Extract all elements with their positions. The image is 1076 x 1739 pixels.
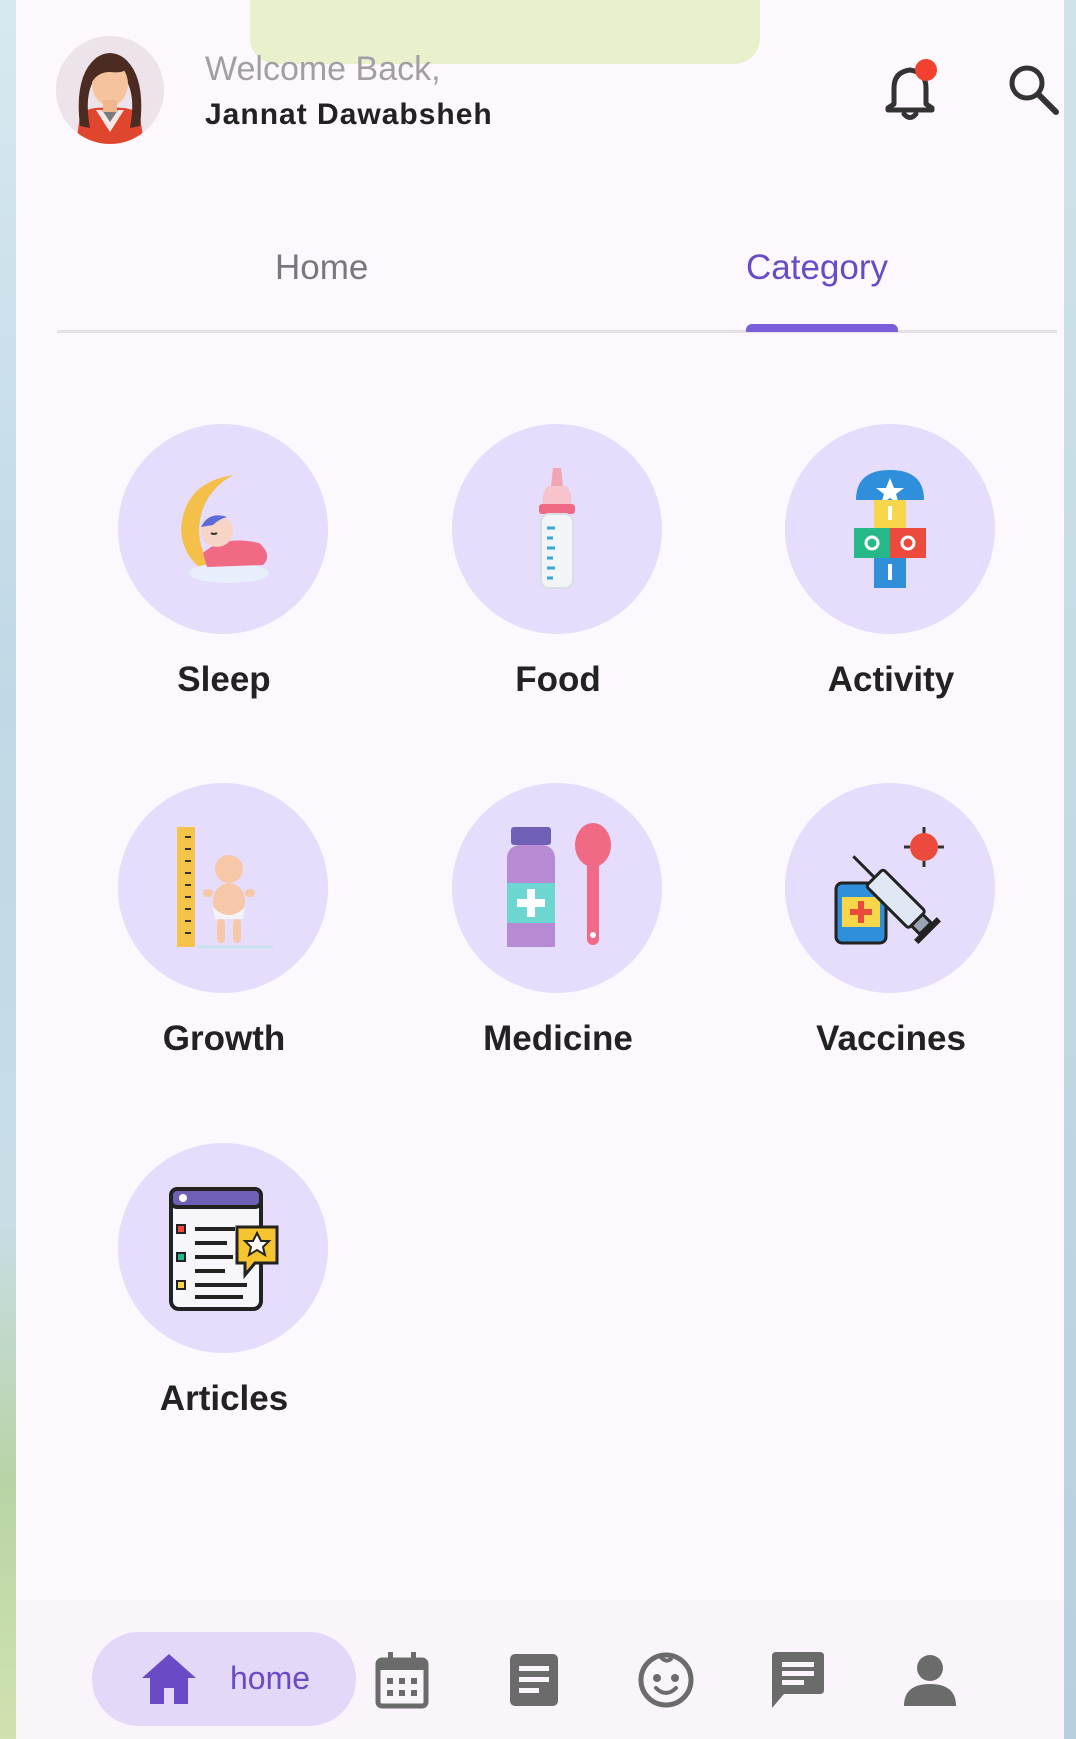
category-label: Sleep [177,660,271,699]
nav-profile-button[interactable] [900,1650,960,1710]
article-list-icon [169,1187,279,1311]
category-articles[interactable]: Articles [104,1143,344,1443]
nav-notes-button[interactable] [504,1650,564,1710]
search-icon [1009,65,1059,115]
profile-icon [904,1655,956,1706]
nav-chat-button[interactable] [768,1650,828,1710]
category-medicine[interactable]: Medicine [438,783,678,1083]
syringe-vaccine-icon [834,827,944,945]
nav-home-button[interactable]: home [92,1632,356,1726]
tab-home[interactable]: Home [275,248,368,288]
medicine-bottle-spoon-icon [507,823,611,947]
category-circle [118,424,328,634]
welcome-text: Welcome Back, [205,50,441,88]
app-screen: SECTION Welcome Back, Jannat Dawabsheh H… [16,0,1064,1739]
baby-face-icon [638,1652,694,1708]
category-label: Medicine [483,1019,633,1058]
category-label: Articles [159,1379,289,1418]
category-activity[interactable]: Activity [771,424,1011,724]
nav-calendar-button[interactable] [372,1650,432,1710]
category-label: Vaccines [816,1019,966,1058]
hopscotch-icon [854,470,926,588]
baby-bottle-icon [539,468,575,589]
sleep-moon-baby-icon [181,475,269,583]
category-growth[interactable]: Growth [104,783,344,1083]
nav-home-label: home [230,1660,311,1696]
category-sleep[interactable]: Sleep [104,424,344,724]
search-button[interactable] [1006,62,1060,116]
notification-button[interactable] [884,58,940,122]
avatar-woman-icon [56,36,164,144]
category-circle [118,783,328,993]
category-circle [785,424,995,634]
avatar[interactable] [56,36,164,144]
tab-active-indicator [746,324,898,332]
bell-icon [885,59,937,120]
notes-icon [510,1654,558,1706]
chat-icon [772,1652,824,1708]
category-label: Growth [162,1019,286,1058]
notification-dot [915,59,937,81]
height-ruler-baby-icon [177,827,273,949]
category-food[interactable]: Food [438,424,678,724]
tab-bar: Home Category [57,220,1057,333]
category-label: Activity [827,660,955,699]
tab-category[interactable]: Category [746,248,888,288]
category-label: Food [515,660,601,699]
nav-baby-button[interactable] [636,1650,696,1710]
background-right [1064,0,1076,1739]
tab-divider [57,330,1057,333]
bottom-navigation: home [16,1600,1064,1739]
calendar-icon [375,1652,429,1709]
category-circle [118,1143,328,1353]
category-circle [785,783,995,993]
username: Jannat Dawabsheh [205,98,493,131]
home-icon [142,1654,196,1704]
category-vaccines[interactable]: Vaccines [771,783,1011,1083]
category-circle [452,783,662,993]
category-circle [452,424,662,634]
section-banner-text: SECTION [328,0,681,8]
